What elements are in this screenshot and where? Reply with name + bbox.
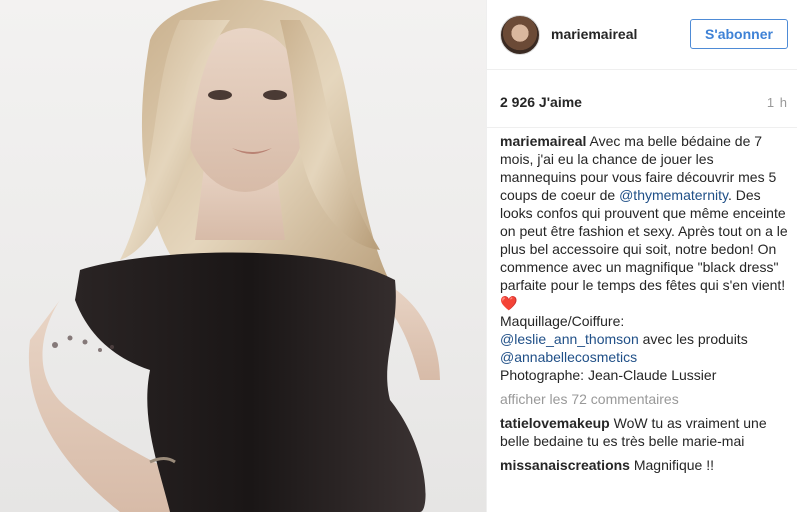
post-header: mariemaireal S'abonner — [487, 0, 797, 70]
post-time[interactable]: 1 h — [767, 95, 788, 110]
comment-item: tatielovemakeup WoW tu as vraiment une b… — [500, 414, 790, 450]
comment-author[interactable]: missanaiscreations — [500, 457, 630, 473]
post-username[interactable]: mariemaireal — [551, 26, 637, 42]
mention-thymematernity[interactable]: @thymematernity — [619, 187, 728, 203]
likes-count[interactable]: 2 926 J'aime — [500, 94, 582, 110]
post-panel: mariemaireal S'abonner 2 926 J'aime 1 h … — [486, 0, 797, 512]
caption-author[interactable]: mariemaireal — [500, 133, 586, 149]
mention-leslie-ann-thomson[interactable]: @leslie_ann_thomson — [500, 331, 639, 347]
follow-button[interactable]: S'abonner — [690, 19, 788, 49]
post-photo[interactable] — [0, 0, 486, 512]
post-photo-illustration — [28, 0, 440, 512]
heart-emoji: ❤️ — [500, 295, 518, 311]
mention-annabellecosmetics[interactable]: @annabellecosmetics — [500, 349, 637, 365]
comment-item: missanaiscreations Magnifique !! — [500, 456, 790, 474]
view-all-comments-link[interactable]: afficher les 72 commentaires — [500, 390, 790, 408]
comment-text: Magnifique !! — [629, 457, 715, 473]
comment-author[interactable]: tatielovemakeup — [500, 415, 610, 431]
caption-text-5: Photographe: Jean-Claude Lussier — [500, 367, 717, 383]
caption-text-4: avec les produits — [638, 331, 748, 347]
avatar[interactable] — [500, 15, 540, 55]
likes-row: 2 926 J'aime 1 h — [487, 70, 797, 128]
comments-section: mariemaireal Avec ma belle bédaine de 7 … — [500, 132, 790, 480]
caption-text-3: Maquillage/Coiffure: — [500, 313, 625, 329]
caption: mariemaireal Avec ma belle bédaine de 7 … — [500, 132, 790, 384]
